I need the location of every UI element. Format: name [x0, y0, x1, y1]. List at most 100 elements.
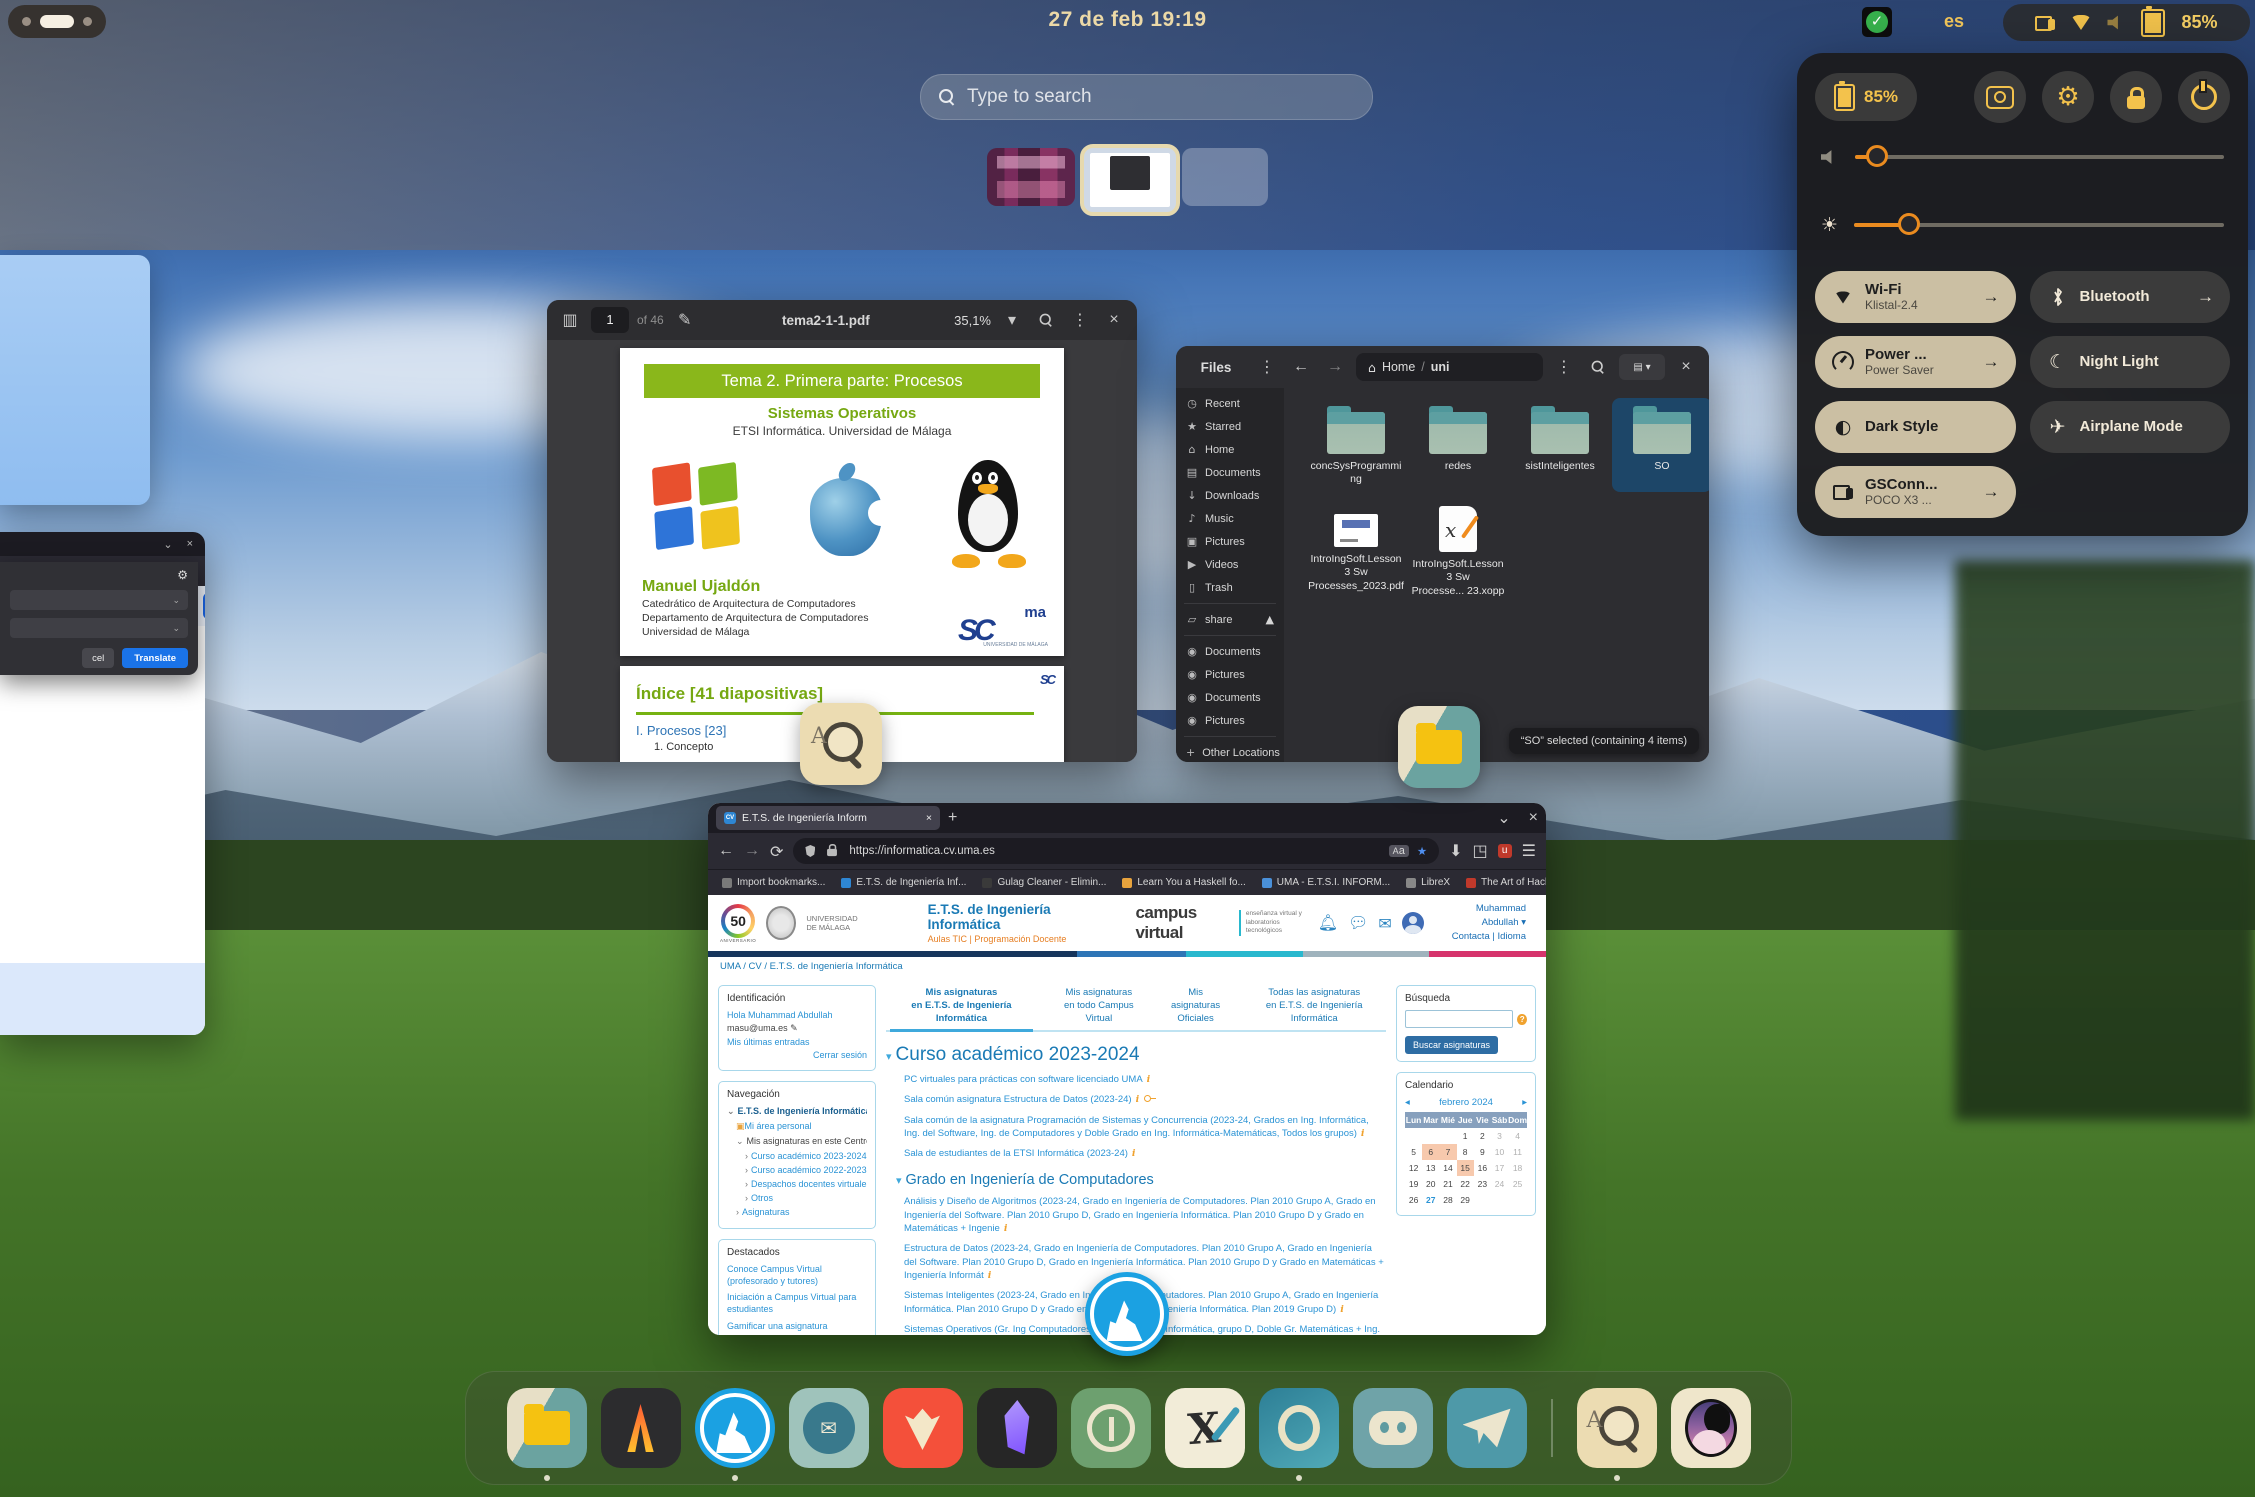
dock-icon-thunderbird[interactable]: ✉ — [789, 1388, 869, 1468]
toggle-airplane-mode[interactable]: ✈Airplane Mode — [2030, 401, 2231, 453]
search-bar[interactable]: Type to search — [920, 74, 1373, 120]
calendar-next-icon[interactable]: ▸ — [1522, 1097, 1527, 1108]
email-line[interactable]: masu@uma.es ✎ — [727, 1023, 867, 1034]
toggle-night-light[interactable]: ☾Night Light — [2030, 336, 2231, 388]
power-button[interactable] — [2178, 71, 2230, 123]
toggle-dark-style[interactable]: ◐Dark Style — [1815, 401, 2016, 453]
mail-icon[interactable]: ✉ — [1378, 914, 1391, 933]
course-link[interactable]: Sala de estudiantes de la ETSI Informáti… — [904, 1147, 1386, 1160]
dock-icon-librewolf[interactable] — [695, 1388, 775, 1468]
tab-close-icon[interactable]: × — [926, 812, 932, 824]
bookmark-star-icon[interactable]: ★ — [1417, 844, 1427, 858]
gear-icon[interactable]: ⚙ — [10, 568, 188, 582]
partial-window-blue[interactable] — [0, 255, 150, 505]
sidebar-item-recent[interactable]: ◷Recent — [1176, 392, 1284, 415]
calendar-cell[interactable]: 2 — [1474, 1128, 1491, 1144]
sidebar-item-home[interactable]: ⌂Home — [1176, 438, 1284, 461]
pdf-viewer-window[interactable]: ▥ 1 of 46 ✎ tema2-1-1.pdf 35,1% ▾ ⋮ × Te… — [547, 300, 1137, 762]
files-content[interactable]: concSysProgrammi ngredessistInteligentes… — [1284, 388, 1709, 762]
toggle-gsconn-[interactable]: GSConn...POCO X3 ...→ — [1815, 466, 2016, 518]
translate-button[interactable]: Translate — [122, 648, 188, 668]
course-link[interactable]: Análisis y Diseño de Algoritmos (2023-24… — [904, 1195, 1386, 1235]
calendar-cell[interactable]: 8 — [1457, 1144, 1474, 1160]
calendar-cell[interactable]: 22 — [1457, 1176, 1474, 1192]
url-bar[interactable]: https://informatica.cv.uma.es Aa ★ — [793, 838, 1439, 864]
nav-tree-item[interactable]: ›Asignaturas — [727, 1207, 867, 1217]
toggle-wi-fi[interactable]: Wi-FiKlistal-2.4→ — [1815, 271, 2016, 323]
forward-icon[interactable]: → — [1322, 354, 1348, 380]
logout-link[interactable]: Cerrar sesión — [813, 1050, 867, 1060]
sidebar-item-trash[interactable]: ▯Trash — [1176, 576, 1284, 599]
calendar-cell[interactable]: 21 — [1439, 1176, 1456, 1192]
sidebar-item-pictures[interactable]: ◉Pictures — [1176, 663, 1284, 686]
calendar-cell[interactable]: 20 — [1422, 1176, 1439, 1192]
sidebar-toggle-icon[interactable]: ▥ — [557, 307, 583, 333]
bookmark-item[interactable]: Learn You a Haskell fo... — [1122, 877, 1245, 888]
calendar-cell[interactable]: 27 — [1422, 1192, 1439, 1208]
calendar-cell[interactable]: 24 — [1491, 1176, 1508, 1192]
profile-link[interactable]: Hola Muhammad Abdullah — [727, 1010, 833, 1020]
course-link[interactable]: PC virtuales para prácticas con software… — [904, 1073, 1386, 1086]
course-link[interactable]: Sala común asignatura Estructura de Dato… — [904, 1093, 1386, 1106]
nav-tree-item[interactable]: ›Curso académico 2022-2023 — [727, 1165, 867, 1175]
dock-icon-telegram[interactable] — [1447, 1388, 1527, 1468]
dock-icon-obsidian[interactable] — [977, 1388, 1057, 1468]
bookmark-item[interactable]: Gulag Cleaner - Elimin... — [982, 877, 1106, 888]
course-search-input[interactable] — [1405, 1010, 1513, 1028]
folder-SO[interactable]: SO — [1612, 398, 1709, 492]
calendar-cell[interactable] — [1439, 1128, 1456, 1144]
coffee-button[interactable]: ☕ Invitanos a un café — [203, 593, 205, 619]
section-heading[interactable]: ▾Grado en Ingeniería de Computadores — [896, 1172, 1386, 1188]
download-icon[interactable]: ⬇ — [1449, 841, 1462, 861]
clock[interactable]: 27 de feb 19:19 — [0, 8, 2255, 32]
calendar-cell[interactable] — [1422, 1128, 1439, 1144]
course-tab[interactable]: Mis asignaturasen E.T.S. de Ingeniería I… — [890, 987, 1033, 1032]
view-toggle[interactable]: ▤ ▾ — [1619, 354, 1665, 380]
shield-icon[interactable] — [805, 845, 815, 857]
reload-icon[interactable]: ⟳ — [770, 842, 783, 861]
new-tab-icon[interactable]: + — [948, 809, 957, 827]
librewolf-app-badge[interactable] — [1085, 1272, 1169, 1356]
menu-kebab-icon[interactable]: ⋮ — [1254, 354, 1280, 380]
folder-redes[interactable]: redes — [1408, 398, 1508, 492]
featured-link[interactable]: Gamificar una asignatura — [727, 1321, 867, 1333]
chevron-down-icon[interactable]: ⌄ — [163, 538, 172, 551]
battery-pill[interactable]: 85% — [1815, 73, 1917, 121]
ublock-icon[interactable]: u — [1498, 844, 1512, 858]
back-icon[interactable]: ← — [718, 842, 734, 860]
calendar-cell[interactable]: 10 — [1491, 1144, 1508, 1160]
help-icon[interactable]: ? — [1517, 1014, 1527, 1025]
dock-icon-alacritty[interactable] — [601, 1388, 681, 1468]
dock-icon-okular[interactable] — [1259, 1388, 1339, 1468]
nav-tree-item[interactable]: ›Curso académico 2023-2024 — [727, 1151, 867, 1161]
avatar[interactable] — [1402, 912, 1424, 934]
calendar-cell[interactable]: 1 — [1457, 1128, 1474, 1144]
keyboard-layout-indicator[interactable]: es — [1944, 11, 1964, 32]
sidebar-item-other-locations[interactable]: +Other Locations — [1176, 741, 1284, 762]
close-icon[interactable]: × — [187, 538, 193, 550]
calendar-cell[interactable]: 13 — [1422, 1160, 1439, 1176]
dock-icon-penguin-app[interactable] — [1671, 1388, 1751, 1468]
sidebar-item-music[interactable]: ♪Music — [1176, 507, 1284, 530]
last-entries-link[interactable]: Mis últimas entradas — [727, 1037, 810, 1047]
path-bar[interactable]: ⌂ Home / uni — [1356, 353, 1543, 381]
sidebar-item-starred[interactable]: ★Starred — [1176, 415, 1284, 438]
bell-icon[interactable]: 🔔︎ — [1318, 913, 1338, 933]
window-close-icon[interactable]: × — [1529, 809, 1538, 827]
contact-language-links[interactable]: Contacta | Idioma — [1442, 930, 1526, 944]
partial-browser-window[interactable]: ⌄ × Aa ★ ⬇ ◳ u ☰ eaner ☕ Invitanos a un … — [0, 532, 205, 1035]
toggle-bluetooth[interactable]: Bluetooth→ — [2030, 271, 2231, 323]
featured-link[interactable]: Conoce Campus Virtual (profesorado y tut… — [727, 1264, 867, 1287]
lock-button[interactable] — [2110, 71, 2162, 123]
calendar-cell[interactable]: 28 — [1439, 1192, 1456, 1208]
sidebar-item-pictures[interactable]: ◉Pictures — [1176, 709, 1284, 732]
nav-tree-item[interactable]: ›Otros — [727, 1193, 867, 1203]
calendar-cell[interactable]: 6 — [1422, 1144, 1439, 1160]
close-icon[interactable]: × — [1101, 307, 1127, 333]
annotate-icon[interactable]: ✎ — [672, 307, 698, 333]
zoom-level[interactable]: 35,1% — [954, 313, 991, 328]
user-menu[interactable]: Muhammad Abdullah ▾ Contacta | Idioma — [1442, 902, 1534, 945]
cancel-button-fragment[interactable]: cel — [82, 648, 114, 668]
back-icon[interactable]: ← — [1288, 354, 1314, 380]
calendar-cell[interactable]: 3 — [1491, 1128, 1508, 1144]
